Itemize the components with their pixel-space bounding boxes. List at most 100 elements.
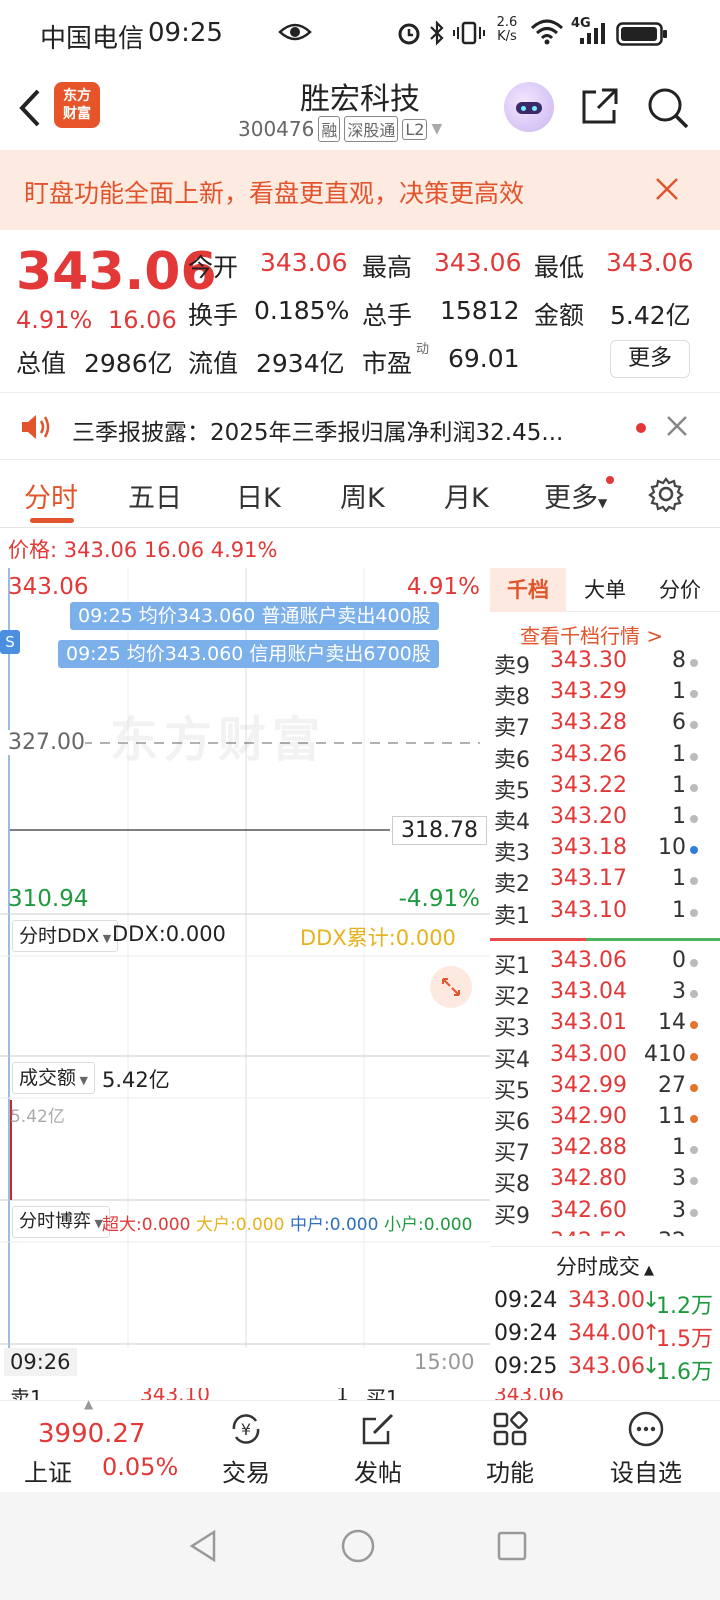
search-icon[interactable] (646, 86, 690, 134)
functions-button[interactable]: 功能 (472, 1409, 548, 1488)
tab-more[interactable]: 更多▼ (544, 476, 607, 515)
trade-price: 343.06 (568, 1354, 645, 1379)
trades-collapse-icon: ▲ (639, 1263, 655, 1278)
carrier: 中国电信 (40, 24, 145, 54)
ask-level-row[interactable]: 卖8 343.29 1 (490, 679, 720, 710)
ask-level-volume: 8 (672, 648, 686, 673)
bid-level-dot (690, 1083, 698, 1092)
bid-level-row[interactable]: 买2 343.04 3 (490, 979, 720, 1010)
volume-label: 总手 (362, 301, 413, 330)
bid-level-row[interactable]: 买6 342.90 11 (490, 1104, 720, 1135)
amount-indicator-value: 5.42亿 (102, 1068, 170, 1092)
mktcap-label: 总值 (16, 349, 67, 378)
ask-level-price: 343.10 (550, 897, 627, 923)
bid-level-row[interactable]: 买9 342.60 3 (490, 1198, 720, 1229)
trades-header[interactable]: 分时成交 ▲ (490, 1246, 720, 1286)
edit-icon (362, 1413, 394, 1445)
book-tab-depth[interactable]: 千档 (490, 568, 566, 612)
ask-level-volume: 1 (672, 866, 686, 892)
book-tab-price-dist[interactable]: 分价 (642, 568, 718, 612)
ask-level-row[interactable]: 卖2 343.17 1 (490, 866, 720, 897)
share-icon[interactable] (578, 86, 620, 132)
more-dots-icon (628, 1411, 664, 1447)
price-pct: 4.91% (210, 538, 278, 562)
intraday-chart[interactable]: 东方财富 343.06 4.91% 09:25 均价343.060 普通账户卖出… (0, 568, 490, 1388)
news-close-icon[interactable] (666, 415, 688, 441)
ask-level-row[interactable]: 卖5 343.22 1 (490, 773, 720, 804)
nav-recents-icon[interactable] (496, 1530, 528, 1566)
amount-label: 金额 (534, 301, 585, 330)
ddx-select[interactable]: 分时DDX ▼ (12, 920, 119, 952)
tab-daily-k[interactable]: 日K (236, 476, 281, 515)
bid-level-row[interactable]: 买5 342.99 27 (490, 1073, 720, 1104)
more-button[interactable]: 更多 (610, 340, 690, 378)
bid-level-volume: 14 (658, 1010, 686, 1036)
ask-level-volume: 1 (672, 772, 686, 798)
ask-level-row[interactable]: 卖3 343.18 10 (490, 835, 720, 866)
trade-volume: 1.6万 (656, 1360, 713, 1385)
tab-weekly-k[interactable]: 周K (340, 476, 385, 515)
book-tab-big-orders[interactable]: 大单 (570, 568, 640, 612)
stock-code: 300476 (238, 117, 315, 141)
game-mid: 中户:0.000 (290, 1215, 379, 1235)
bid-level-row[interactable]: 买7 342.88 1 (490, 1135, 720, 1166)
news-ticker[interactable]: 三季报披露：2025年三季报归属净利润32.45... (0, 392, 720, 460)
bid-level-row[interactable]: 买8 342.80 3 (490, 1166, 720, 1197)
peek-sell-label: 卖1 (10, 1388, 43, 1400)
expand-icon[interactable] (430, 966, 472, 1008)
assistant-avatar[interactable] (504, 82, 554, 132)
volume-value: 15812 (440, 296, 520, 325)
low-value: 343.06 (606, 248, 694, 277)
logo-text-2: 财富 (63, 106, 91, 122)
ask-level-row[interactable]: 卖4 343.20 1 (490, 804, 720, 835)
unread-dot (636, 423, 646, 433)
bid-level-row[interactable]: 买4 343.00 410 (490, 1042, 720, 1073)
change-pct: 4.91% (16, 306, 93, 334)
trade-time: 09:24 (494, 1321, 558, 1346)
game-select[interactable]: 分时博弈 ▼ (12, 1206, 110, 1238)
index-expand-icon: ▲ (84, 1397, 94, 1411)
stock-name: 胜宏科技 (300, 82, 420, 117)
ask-level-row[interactable]: 卖6 343.26 1 (490, 742, 720, 773)
trade-button[interactable]: ¥ 交易 (208, 1409, 284, 1488)
tab-intraday[interactable]: 分时 (24, 476, 78, 515)
add-watchlist-button[interactable]: 设自选 (596, 1409, 696, 1488)
settings-gear-icon[interactable] (648, 476, 684, 516)
bid-level-price: 343.04 (550, 979, 627, 1005)
float-value: 2934亿 (256, 349, 345, 378)
ask-level-label: 卖2 (494, 872, 530, 898)
bid-level-label: 买8 (494, 1172, 530, 1198)
index-widget[interactable]: ▲ 3990.27 上证 0.05% (0, 1397, 190, 1493)
ask-level-label: 卖5 (494, 778, 530, 804)
back-icon[interactable] (14, 88, 44, 132)
trade-volume: 1.5万 (656, 1327, 713, 1352)
nav-home-icon[interactable] (340, 1528, 376, 1568)
ask-level-row[interactable]: 卖9 343.30 8 (490, 648, 720, 679)
bid-ratio-bar (586, 938, 720, 941)
close-icon[interactable] (654, 176, 680, 206)
bid-level-row[interactable]: 买3 343.01 14 (490, 1010, 720, 1041)
tab-monthly-k[interactable]: 月K (444, 476, 489, 515)
ask-level-row[interactable]: 卖1 343.10 1 (490, 898, 720, 929)
bid-level-row[interactable]: 买1 343.06 0 (490, 948, 720, 979)
post-button[interactable]: 发帖 (340, 1409, 416, 1488)
post-label: 发帖 (354, 1459, 402, 1487)
index-pct: 0.05% (102, 1453, 179, 1481)
nav-back-icon[interactable] (186, 1528, 220, 1568)
speaker-icon (20, 413, 52, 445)
stock-code-row[interactable]: 300476 融 深股通 L2 ▼ (238, 116, 442, 142)
trade-tip-normal[interactable]: 09:25 均价343.060 普通账户卖出400股 (70, 602, 439, 630)
bid-level-volume: 3 (672, 1197, 686, 1223)
ask-level-row[interactable]: 卖7 343.28 6 (490, 710, 720, 741)
promo-banner[interactable]: 盯盘功能全面上新，看盘更直观，决策更高效 (0, 150, 720, 230)
ask-level-volume: 1 (672, 897, 686, 923)
view-depth-link[interactable]: 查看千档行情 > (520, 620, 663, 649)
s-badge[interactable]: S (0, 630, 20, 654)
bid-level-row[interactable]: 买10 342.50 32 (490, 1229, 720, 1236)
amount-select[interactable]: 成交额 ▼ (12, 1062, 95, 1094)
net-speed-unit: K/s (497, 29, 517, 44)
trade-tip-margin[interactable]: 09:25 均价343.060 信用账户卖出6700股 (58, 640, 439, 668)
ask-level-dot (690, 846, 698, 855)
tab-five-day[interactable]: 五日 (128, 476, 182, 515)
eastmoney-logo[interactable]: 东方 财富 (54, 82, 100, 128)
